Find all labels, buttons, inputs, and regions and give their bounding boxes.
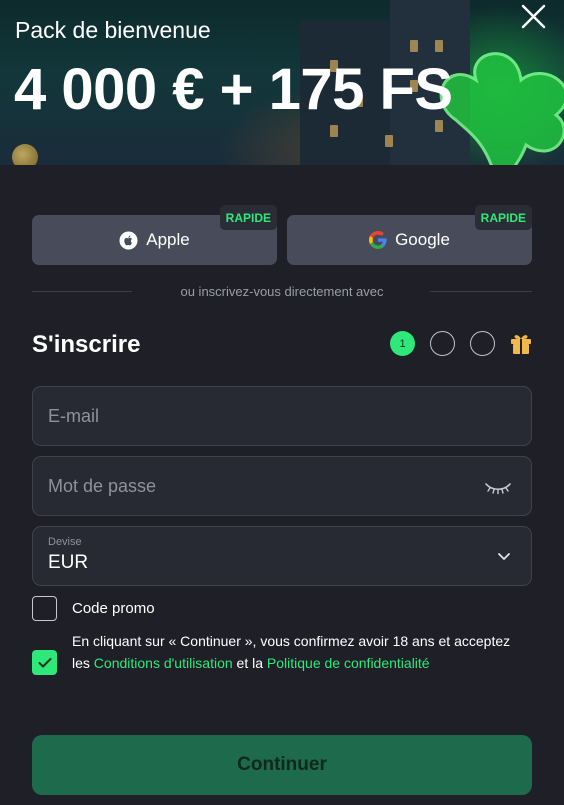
apple-label: Apple bbox=[146, 230, 190, 249]
password-placeholder: Mot de passe bbox=[48, 476, 157, 496]
rapide-badge: RAPIDE bbox=[474, 205, 532, 230]
google-icon bbox=[369, 231, 387, 249]
page-title: S'inscrire bbox=[32, 331, 141, 358]
continue-label: Continuer bbox=[237, 754, 327, 775]
currency-label: Devise bbox=[48, 536, 82, 548]
welcome-banner: Pack de bienvenue 4 000 € + 175 FS bbox=[0, 0, 564, 165]
apple-login-button[interactable]: Apple RAPIDE bbox=[32, 205, 277, 265]
google-label: Google bbox=[395, 230, 450, 249]
terms-of-use-link[interactable]: Conditions d'utilisation bbox=[94, 655, 233, 671]
rapide-badge: RAPIDE bbox=[219, 205, 277, 230]
step-indicator-2 bbox=[430, 331, 455, 356]
divider-text: ou inscrivez-vous directement avec bbox=[180, 284, 384, 299]
continue-button[interactable]: Continuer bbox=[32, 735, 532, 795]
currency-value: EUR bbox=[48, 552, 89, 573]
apple-icon bbox=[119, 230, 138, 250]
terms-middle: et la bbox=[232, 654, 267, 671]
email-placeholder: E-mail bbox=[48, 406, 100, 426]
currency-select[interactable]: Devise EUR bbox=[32, 526, 532, 586]
checkmark-icon bbox=[38, 657, 51, 667]
close-button[interactable] bbox=[518, 2, 548, 32]
chevron-down-icon bbox=[498, 553, 510, 560]
password-field[interactable]: Mot de passe bbox=[32, 456, 532, 516]
email-field[interactable]: E-mail bbox=[32, 386, 532, 446]
coin-decoration bbox=[12, 144, 38, 165]
banner-title: 4 000 € + 175 FS bbox=[14, 57, 453, 122]
terms-text: En cliquant sur « Continuer », vous conf… bbox=[72, 631, 522, 674]
divider: ou inscrivez-vous directement avec bbox=[32, 282, 532, 302]
promo-code-label: Code promo bbox=[72, 600, 155, 617]
promo-code-checkbox[interactable] bbox=[32, 596, 57, 621]
banner-subtitle: Pack de bienvenue bbox=[15, 17, 211, 43]
google-login-button[interactable]: Google RAPIDE bbox=[287, 205, 532, 265]
gift-icon bbox=[511, 335, 531, 354]
privacy-policy-link[interactable]: Politique de confidentialité bbox=[267, 655, 430, 671]
terms-checkbox[interactable] bbox=[32, 650, 57, 675]
step-indicator-3 bbox=[470, 331, 495, 356]
step-number: 1 bbox=[399, 337, 406, 350]
eye-closed-icon[interactable] bbox=[485, 481, 511, 495]
step-indicator-1: 1 bbox=[390, 331, 415, 356]
close-icon bbox=[521, 4, 546, 29]
